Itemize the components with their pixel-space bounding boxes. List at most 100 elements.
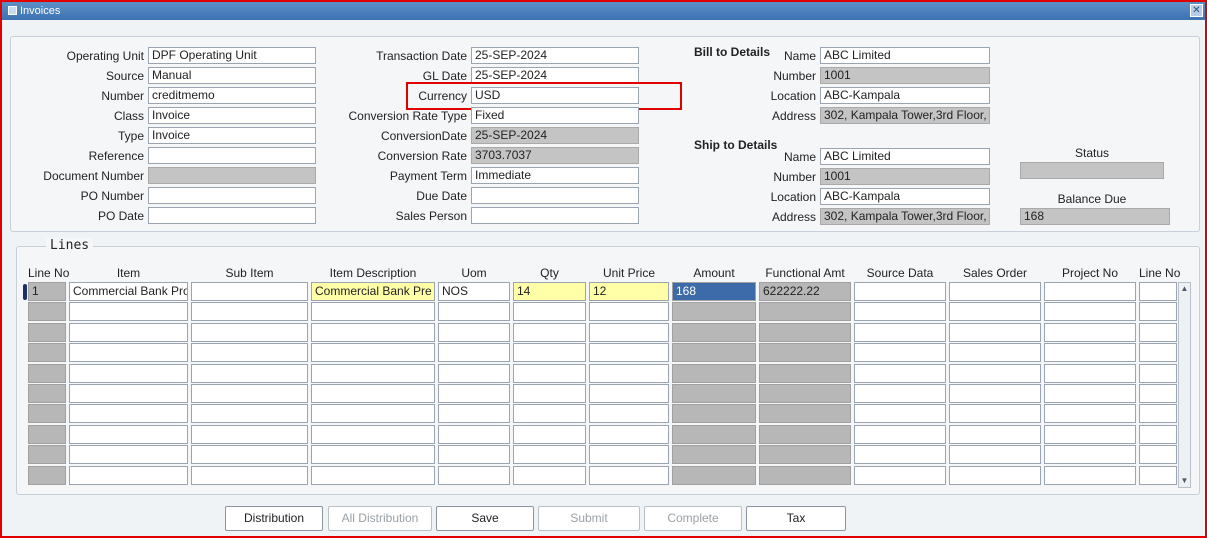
cell-line-no-2[interactable]	[1139, 364, 1177, 383]
cell-item-description[interactable]	[311, 466, 435, 485]
class-field[interactable]: Invoice	[148, 107, 316, 124]
save-button[interactable]: Save	[436, 506, 534, 531]
cell-project-no[interactable]	[1044, 323, 1136, 342]
cell-project-no[interactable]	[1044, 364, 1136, 383]
cell-sales-order[interactable]	[949, 282, 1041, 301]
cell-sales-order[interactable]	[949, 302, 1041, 321]
cell-sub-item[interactable]	[191, 343, 308, 362]
payment-term-field[interactable]: Immediate	[471, 167, 639, 184]
submit-button[interactable]: Submit	[538, 506, 640, 531]
cell-item-description[interactable]	[311, 404, 435, 423]
cell-item[interactable]	[69, 384, 188, 403]
cell-source-data[interactable]	[854, 323, 946, 342]
distribution-button[interactable]: Distribution	[225, 506, 323, 531]
cell-sub-item[interactable]	[191, 404, 308, 423]
cell-project-no[interactable]	[1044, 302, 1136, 321]
cell-uom[interactable]	[438, 323, 510, 342]
cell-unit-price[interactable]	[589, 343, 669, 362]
cell-source-data[interactable]	[854, 425, 946, 444]
cell-sub-item[interactable]	[191, 445, 308, 464]
tax-button[interactable]: Tax	[746, 506, 846, 531]
cell-sales-order[interactable]	[949, 323, 1041, 342]
cell-sub-item[interactable]	[191, 384, 308, 403]
cell-source-data[interactable]	[854, 302, 946, 321]
cell-item[interactable]	[69, 404, 188, 423]
cell-line-no-2[interactable]	[1139, 323, 1177, 342]
po-date-field[interactable]	[148, 207, 316, 224]
cell-uom[interactable]	[438, 466, 510, 485]
scroll-down-icon[interactable]: ▼	[1179, 475, 1190, 487]
cell-qty[interactable]	[513, 384, 586, 403]
cell-item-description[interactable]: Commercial Bank Pre	[311, 282, 435, 301]
due-date-field[interactable]	[471, 187, 639, 204]
cell-qty[interactable]	[513, 323, 586, 342]
cell-unit-price[interactable]	[589, 466, 669, 485]
cell-project-no[interactable]	[1044, 384, 1136, 403]
cell-item[interactable]	[69, 445, 188, 464]
cell-item-description[interactable]	[311, 384, 435, 403]
number-field[interactable]: creditmemo	[148, 87, 316, 104]
cell-item[interactable]	[69, 323, 188, 342]
cell-item[interactable]	[69, 302, 188, 321]
operating-unit-field[interactable]: DPF Operating Unit	[148, 47, 316, 64]
cell-qty[interactable]: 14	[513, 282, 586, 301]
cell-item[interactable]	[69, 364, 188, 383]
cell-uom[interactable]	[438, 384, 510, 403]
cell-unit-price[interactable]	[589, 302, 669, 321]
cell-unit-price[interactable]	[589, 445, 669, 464]
cell-uom[interactable]	[438, 404, 510, 423]
all-distribution-button[interactable]: All Distribution	[328, 506, 432, 531]
transaction-date-field[interactable]: 25-SEP-2024	[471, 47, 639, 64]
cell-item-description[interactable]	[311, 323, 435, 342]
scroll-up-icon[interactable]: ▲	[1179, 283, 1190, 295]
cell-line-no-2[interactable]	[1139, 404, 1177, 423]
cell-project-no[interactable]	[1044, 343, 1136, 362]
cell-sub-item[interactable]	[191, 425, 308, 444]
po-number-field[interactable]	[148, 187, 316, 204]
reference-field[interactable]	[148, 147, 316, 164]
cell-line-no-2[interactable]	[1139, 302, 1177, 321]
cell-qty[interactable]	[513, 343, 586, 362]
cell-source-data[interactable]	[854, 466, 946, 485]
cell-line-no-2[interactable]	[1139, 384, 1177, 403]
cell-project-no[interactable]	[1044, 425, 1136, 444]
cell-qty[interactable]	[513, 404, 586, 423]
cell-uom[interactable]	[438, 425, 510, 444]
cell-line-no-2[interactable]	[1139, 445, 1177, 464]
cell-line-no-2[interactable]	[1139, 343, 1177, 362]
type-field[interactable]: Invoice	[148, 127, 316, 144]
cell-uom[interactable]	[438, 364, 510, 383]
cell-sales-order[interactable]	[949, 384, 1041, 403]
lines-scrollbar[interactable]: ▲ ▼	[1178, 282, 1191, 488]
cell-uom[interactable]: NOS	[438, 282, 510, 301]
ship-to-name-field[interactable]: ABC Limited	[820, 148, 990, 165]
cell-sub-item[interactable]	[191, 282, 308, 301]
cell-sales-order[interactable]	[949, 364, 1041, 383]
bill-to-location-field[interactable]: ABC-Kampala	[820, 87, 990, 104]
cell-project-no[interactable]	[1044, 404, 1136, 423]
cell-source-data[interactable]	[854, 445, 946, 464]
cell-item-description[interactable]	[311, 425, 435, 444]
cell-item[interactable]	[69, 343, 188, 362]
cell-item[interactable]	[69, 466, 188, 485]
cell-project-no[interactable]	[1044, 466, 1136, 485]
cell-line-no-2[interactable]	[1139, 466, 1177, 485]
cell-item-description[interactable]	[311, 343, 435, 362]
cell-item[interactable]: Commercial Bank Pro	[69, 282, 188, 301]
cell-sales-order[interactable]	[949, 425, 1041, 444]
complete-button[interactable]: Complete	[644, 506, 742, 531]
cell-sales-order[interactable]	[949, 404, 1041, 423]
cell-source-data[interactable]	[854, 282, 946, 301]
cell-sub-item[interactable]	[191, 364, 308, 383]
close-icon[interactable]: ✕	[1190, 4, 1203, 17]
cell-unit-price[interactable]	[589, 425, 669, 444]
cell-uom[interactable]	[438, 445, 510, 464]
cell-source-data[interactable]	[854, 343, 946, 362]
conversion-rate-type-field[interactable]: Fixed	[471, 107, 639, 124]
bill-to-name-field[interactable]: ABC Limited	[820, 47, 990, 64]
cell-sub-item[interactable]	[191, 466, 308, 485]
cell-qty[interactable]	[513, 364, 586, 383]
cell-qty[interactable]	[513, 425, 586, 444]
sales-person-field[interactable]	[471, 207, 639, 224]
cell-item-description[interactable]	[311, 364, 435, 383]
